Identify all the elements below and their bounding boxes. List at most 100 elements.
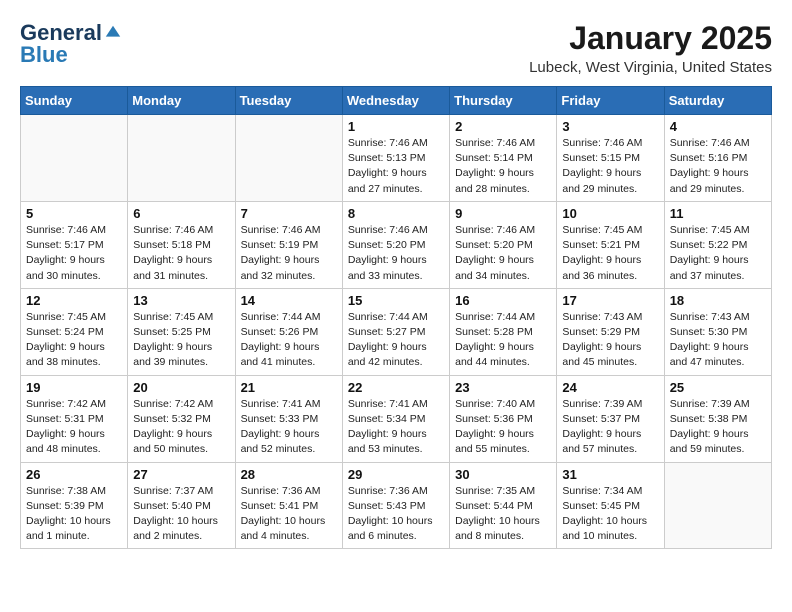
calendar-cell: 20Sunrise: 7:42 AM Sunset: 5:32 PM Dayli…: [128, 375, 235, 462]
calendar-cell: 19 Sunrise: 7:42 AM Sunset: 5:31 PM Dayli…: [21, 375, 128, 462]
day-number: 22: [348, 380, 444, 395]
day-number: 19: [26, 380, 122, 395]
day-info: Sunrise: 7:46 AM Sunset: 5:20 PM Dayligh…: [348, 223, 444, 284]
day-number: 7: [241, 206, 337, 221]
calendar-cell: 10 Sunrise: 7:45 AM Sunset: 5:21 PM Dayli…: [557, 201, 664, 288]
day-info: Sunrise: 7:45 AM Sunset: 5:25 PM Dayligh…: [133, 310, 229, 371]
day-info: Sunrise: 7:45 AM Sunset: 5:21 PM Dayligh…: [562, 223, 658, 284]
day-number: 27: [133, 467, 229, 482]
month-year: January 2025: [529, 20, 772, 57]
day-info: Sunrise: 7:42 AM Sunset: 5:31 PM Dayligh…: [26, 397, 122, 458]
calendar-cell: 9 Sunrise: 7:46 AM Sunset: 5:20 PM Daylig…: [450, 201, 557, 288]
calendar-cell: 13 Sunrise: 7:45 AM Sunset: 5:25 PM Dayli…: [128, 288, 235, 375]
day-number: 6: [133, 206, 229, 221]
calendar-cell: 16Sunrise: 7:44 AM Sunset: 5:28 PM Dayli…: [450, 288, 557, 375]
calendar-cell: 28Sunrise: 7:36 AM Sunset: 5:41 PM Dayli…: [235, 462, 342, 549]
calendar-cell: [235, 115, 342, 202]
calendar-cell: 29 Sunrise: 7:36 AM Sunset: 5:43 PM Dayli…: [342, 462, 449, 549]
day-info: Sunrise: 7:46 AM Sunset: 5:19 PM Dayligh…: [241, 223, 337, 284]
day-number: 18: [670, 293, 766, 308]
day-info: Sunrise: 7:46 AM Sunset: 5:15 PM Dayligh…: [562, 136, 658, 197]
day-number: 9: [455, 206, 551, 221]
day-info: Sunrise: 7:46 AM Sunset: 5:17 PM Dayligh…: [26, 223, 122, 284]
day-info: Sunrise: 7:39 AM Sunset: 5:37 PM Dayligh…: [562, 397, 658, 458]
day-info: Sunrise: 7:38 AM Sunset: 5:39 PM Dayligh…: [26, 484, 122, 545]
calendar-cell: [664, 462, 771, 549]
day-info: Sunrise: 7:36 AM Sunset: 5:43 PM Dayligh…: [348, 484, 444, 545]
day-header-wednesday: Wednesday: [342, 87, 449, 115]
calendar-cell: 25 Sunrise: 7:39 AM Sunset: 5:38 PM Dayli…: [664, 375, 771, 462]
day-info: Sunrise: 7:41 AM Sunset: 5:33 PM Dayligh…: [241, 397, 337, 458]
calendar-cell: 17Sunrise: 7:43 AM Sunset: 5:29 PM Dayli…: [557, 288, 664, 375]
calendar-cell: [128, 115, 235, 202]
day-number: 14: [241, 293, 337, 308]
calendar-cell: 8 Sunrise: 7:46 AM Sunset: 5:20 PM Daylig…: [342, 201, 449, 288]
calendar-cell: 12Sunrise: 7:45 AM Sunset: 5:24 PM Dayli…: [21, 288, 128, 375]
location: Lubeck, West Virginia, United States: [529, 59, 772, 76]
day-number: 30: [455, 467, 551, 482]
week-row-3: 12Sunrise: 7:45 AM Sunset: 5:24 PM Dayli…: [21, 288, 772, 375]
calendar-cell: 22 Sunrise: 7:41 AM Sunset: 5:34 PM Dayli…: [342, 375, 449, 462]
day-header-friday: Friday: [557, 87, 664, 115]
calendar-cell: 6 Sunrise: 7:46 AM Sunset: 5:18 PM Daylig…: [128, 201, 235, 288]
day-number: 10: [562, 206, 658, 221]
calendar-cell: 2 Sunrise: 7:46 AM Sunset: 5:14 PM Daylig…: [450, 115, 557, 202]
logo-icon: [104, 24, 122, 42]
day-number: 11: [670, 206, 766, 221]
calendar-cell: 26 Sunrise: 7:38 AM Sunset: 5:39 PM Dayli…: [21, 462, 128, 549]
calendar-cell: 5 Sunrise: 7:46 AM Sunset: 5:17 PM Daylig…: [21, 201, 128, 288]
day-info: Sunrise: 7:44 AM Sunset: 5:27 PM Dayligh…: [348, 310, 444, 371]
day-number: 12: [26, 293, 122, 308]
day-info: Sunrise: 7:45 AM Sunset: 5:22 PM Dayligh…: [670, 223, 766, 284]
calendar-cell: 15 Sunrise: 7:44 AM Sunset: 5:27 PM Dayli…: [342, 288, 449, 375]
day-number: 26: [26, 467, 122, 482]
day-info: Sunrise: 7:40 AM Sunset: 5:36 PM Dayligh…: [455, 397, 551, 458]
calendar-cell: 24 Sunrise: 7:39 AM Sunset: 5:37 PM Dayli…: [557, 375, 664, 462]
day-number: 31: [562, 467, 658, 482]
calendar-cell: 3 Sunrise: 7:46 AM Sunset: 5:15 PM Daylig…: [557, 115, 664, 202]
day-number: 21: [241, 380, 337, 395]
logo: General Blue: [20, 20, 122, 68]
day-number: 29: [348, 467, 444, 482]
day-header-saturday: Saturday: [664, 87, 771, 115]
title-area: January 2025 Lubeck, West Virginia, Unit…: [529, 20, 772, 76]
calendar-cell: 7 Sunrise: 7:46 AM Sunset: 5:19 PM Daylig…: [235, 201, 342, 288]
calendar-cell: 18 Sunrise: 7:43 AM Sunset: 5:30 PM Dayli…: [664, 288, 771, 375]
week-row-2: 5 Sunrise: 7:46 AM Sunset: 5:17 PM Daylig…: [21, 201, 772, 288]
day-info: Sunrise: 7:41 AM Sunset: 5:34 PM Dayligh…: [348, 397, 444, 458]
day-info: Sunrise: 7:46 AM Sunset: 5:14 PM Dayligh…: [455, 136, 551, 197]
header: General Blue January 2025 Lubeck, West V…: [20, 20, 772, 76]
day-info: Sunrise: 7:46 AM Sunset: 5:13 PM Dayligh…: [348, 136, 444, 197]
calendar-cell: 30 Sunrise: 7:35 AM Sunset: 5:44 PM Dayli…: [450, 462, 557, 549]
day-number: 20: [133, 380, 229, 395]
day-number: 24: [562, 380, 658, 395]
day-info: Sunrise: 7:43 AM Sunset: 5:30 PM Dayligh…: [670, 310, 766, 371]
calendar-cell: 4Sunrise: 7:46 AM Sunset: 5:16 PM Daylig…: [664, 115, 771, 202]
day-info: Sunrise: 7:35 AM Sunset: 5:44 PM Dayligh…: [455, 484, 551, 545]
day-number: 13: [133, 293, 229, 308]
week-row-5: 26 Sunrise: 7:38 AM Sunset: 5:39 PM Dayli…: [21, 462, 772, 549]
day-info: Sunrise: 7:39 AM Sunset: 5:38 PM Dayligh…: [670, 397, 766, 458]
calendar-cell: 31 Sunrise: 7:34 AM Sunset: 5:45 PM Dayli…: [557, 462, 664, 549]
day-header-monday: Monday: [128, 87, 235, 115]
calendar-cell: 23Sunrise: 7:40 AM Sunset: 5:36 PM Dayli…: [450, 375, 557, 462]
calendar-cell: 21 Sunrise: 7:41 AM Sunset: 5:33 PM Dayli…: [235, 375, 342, 462]
day-number: 28: [241, 467, 337, 482]
day-number: 5: [26, 206, 122, 221]
calendar-cell: [21, 115, 128, 202]
day-info: Sunrise: 7:46 AM Sunset: 5:16 PM Dayligh…: [670, 136, 766, 197]
day-number: 3: [562, 119, 658, 134]
day-number: 2: [455, 119, 551, 134]
day-number: 17: [562, 293, 658, 308]
day-info: Sunrise: 7:46 AM Sunset: 5:18 PM Dayligh…: [133, 223, 229, 284]
calendar-cell: 14Sunrise: 7:44 AM Sunset: 5:26 PM Dayli…: [235, 288, 342, 375]
day-number: 8: [348, 206, 444, 221]
logo-blue: Blue: [20, 42, 68, 68]
day-info: Sunrise: 7:37 AM Sunset: 5:40 PM Dayligh…: [133, 484, 229, 545]
day-number: 25: [670, 380, 766, 395]
day-header-thursday: Thursday: [450, 87, 557, 115]
calendar-cell: 27 Sunrise: 7:37 AM Sunset: 5:40 PM Dayli…: [128, 462, 235, 549]
day-info: Sunrise: 7:46 AM Sunset: 5:20 PM Dayligh…: [455, 223, 551, 284]
day-number: 15: [348, 293, 444, 308]
day-info: Sunrise: 7:34 AM Sunset: 5:45 PM Dayligh…: [562, 484, 658, 545]
